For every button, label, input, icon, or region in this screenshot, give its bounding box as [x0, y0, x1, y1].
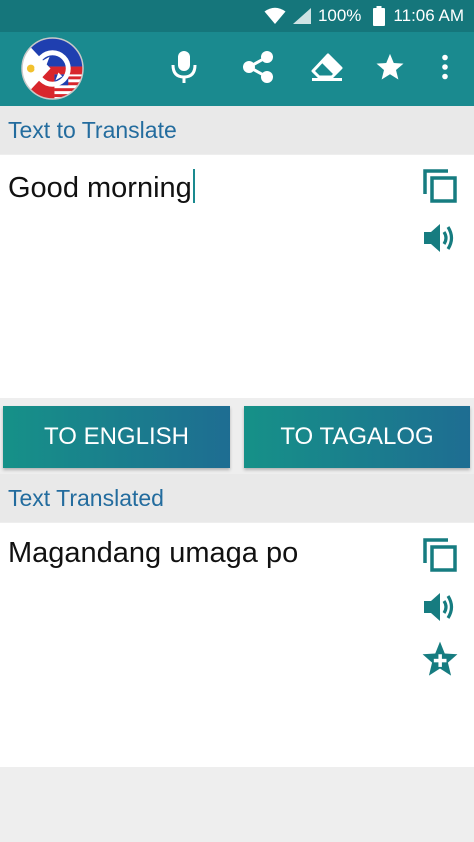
clock-time: 11:06 AM [393, 6, 464, 25]
share-icon [241, 50, 275, 89]
star-add-icon [421, 640, 459, 683]
copy-translation-button[interactable] [420, 537, 460, 577]
clear-text-button[interactable] [302, 44, 352, 94]
battery-icon [373, 6, 386, 26]
favorites-button[interactable] [365, 44, 415, 94]
copy-icon [422, 168, 458, 209]
speaker-icon [422, 221, 458, 260]
star-icon [375, 52, 405, 87]
app-bar [0, 32, 474, 106]
output-panel: Magandang umaga po [0, 523, 474, 767]
more-vert-icon [441, 54, 449, 85]
output-section-label: Text Translated [0, 474, 474, 522]
input-section-label: Text to Translate [0, 106, 474, 154]
eraser-icon [310, 53, 344, 86]
translated-text: Magandang umaga po [8, 537, 299, 569]
source-text-value: Good morning [8, 172, 192, 204]
to-english-button[interactable]: TO ENGLISH [3, 406, 230, 468]
text-cursor [192, 169, 195, 203]
speak-translation-button[interactable] [420, 589, 460, 629]
overflow-menu-button[interactable] [420, 44, 470, 94]
copy-icon [422, 537, 458, 578]
to-tagalog-button[interactable]: TO TAGALOG [244, 406, 470, 468]
source-text-input[interactable]: Good morning [8, 169, 195, 205]
copy-source-button[interactable] [420, 168, 460, 208]
microphone-icon [171, 50, 197, 89]
speak-source-button[interactable] [420, 220, 460, 260]
add-favorite-button[interactable] [420, 641, 460, 681]
microphone-button[interactable] [159, 44, 209, 94]
battery-percent: 100% [317, 6, 362, 25]
signal-icon [292, 7, 312, 25]
app-logo[interactable] [21, 37, 84, 100]
input-panel[interactable]: Good morning [0, 155, 474, 398]
status-bar: 100% 11:06 AM [0, 0, 474, 32]
bottom-empty-area [0, 767, 474, 842]
speaker-icon [422, 590, 458, 629]
share-button[interactable] [233, 44, 283, 94]
wifi-icon [264, 7, 286, 25]
